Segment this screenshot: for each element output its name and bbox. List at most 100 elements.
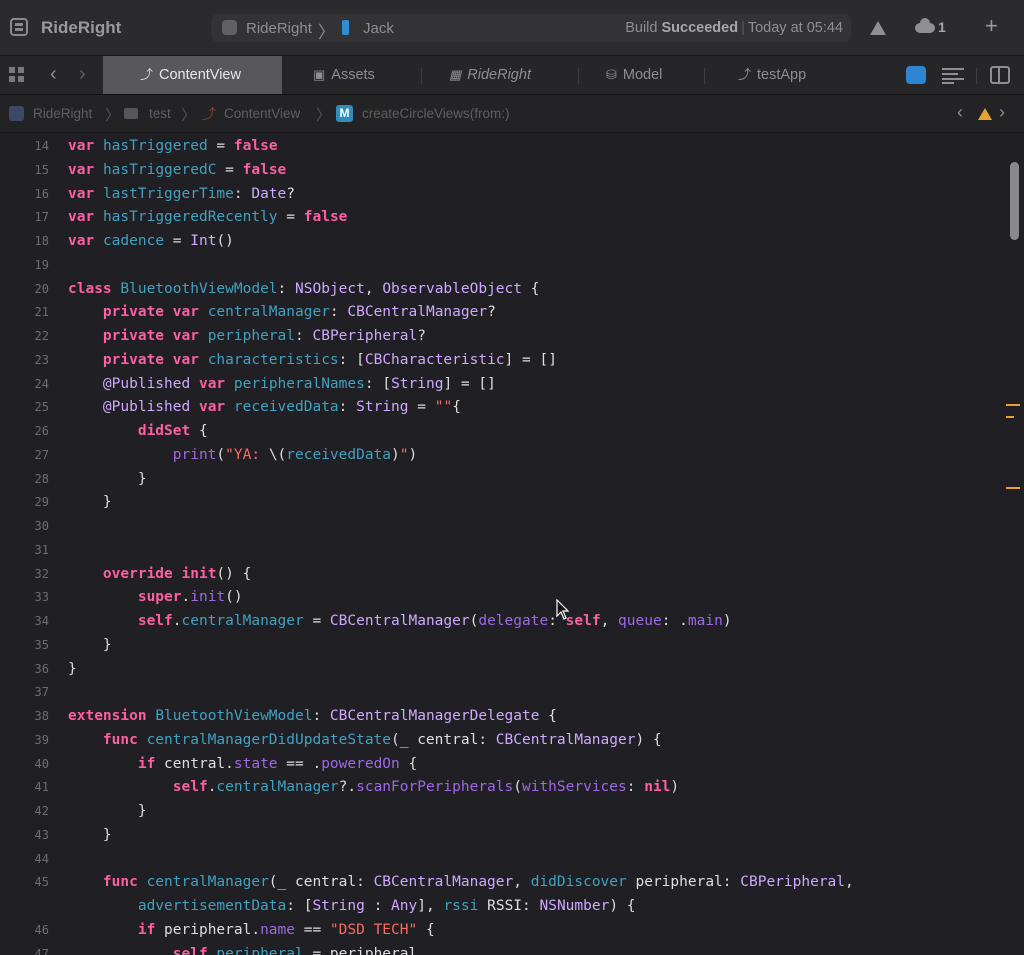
code-token: ] = [] xyxy=(443,375,496,392)
code-line[interactable]: 23 private var characteristics: [CBChara… xyxy=(0,349,1000,373)
tab-label: RideRight xyxy=(467,67,531,83)
code-token: init xyxy=(190,589,226,606)
code-token: delegate xyxy=(478,613,549,629)
source-editor[interactable]: 14 var hasTriggered = false 15 var hasTrigg… xyxy=(0,134,1024,955)
breadcrumb-project[interactable]: RideRight xyxy=(33,106,92,121)
previous-issue-button[interactable]: ‹ xyxy=(957,102,963,123)
code-line[interactable]: 29 } xyxy=(0,491,1000,515)
code-line[interactable]: 36} xyxy=(0,658,1000,682)
code-line[interactable]: 17 var hasTriggeredRecently = false xyxy=(0,206,1000,230)
code-line[interactable]: 33 super.init() xyxy=(0,586,1000,610)
code-token: if xyxy=(137,921,156,938)
code-token: private xyxy=(102,304,165,321)
code-line[interactable]: 20 class BluetoothViewModel: NSObject, Ob… xyxy=(0,278,1000,302)
cloud-icon[interactable] xyxy=(915,18,935,33)
code-token: nil xyxy=(644,779,671,796)
code-token: var xyxy=(68,138,95,154)
code-line[interactable]: 21 private var centralManager: CBCentral… xyxy=(0,301,1000,325)
code-token: hasTriggeredC xyxy=(102,161,217,178)
code-token: lastTriggerTime xyxy=(102,185,234,202)
code-line[interactable]: 14 var hasTriggered = false xyxy=(0,135,1000,159)
code-token: var xyxy=(198,399,226,416)
back-button[interactable]: ‹ xyxy=(50,63,57,86)
code-line[interactable]: 47 self.peripheral = peripheral xyxy=(0,943,1000,955)
code-line[interactable]: 46 if peripheral.name == "DSD TECH" { xyxy=(0,919,1000,943)
code-line[interactable]: 26 didSet { xyxy=(0,420,1000,444)
code-line[interactable]: 43 } xyxy=(0,824,1000,848)
code-area[interactable]: 14 var hasTriggered = false 15 var hasTrigg… xyxy=(0,135,1000,955)
code-line[interactable]: 32 override init() { xyxy=(0,563,1000,587)
code-line[interactable]: 24 @Published var peripheralNames: [Stri… xyxy=(0,373,1000,397)
scheme-icon xyxy=(222,20,237,35)
vertical-scrollbar[interactable] xyxy=(1010,162,1019,240)
grid-icon[interactable] xyxy=(9,67,25,83)
code-line[interactable]: advertisementData: [String : Any], rssi … xyxy=(0,895,1000,919)
code-line[interactable]: 40 if central.state == .poweredOn { xyxy=(0,753,1000,777)
code-line[interactable]: 25 @Published var receivedData: String =… xyxy=(0,396,1000,420)
code-line[interactable]: 38 extension BluetoothViewModel: CBCentra… xyxy=(0,705,1000,729)
forward-button[interactable]: › xyxy=(79,63,86,86)
code-token: CBCentralManager xyxy=(347,304,488,321)
code-line[interactable]: 19 xyxy=(0,254,1000,278)
inspector-toggle-icon[interactable] xyxy=(990,66,1010,84)
code-line[interactable]: 45 func centralManager(_ central: CBCent… xyxy=(0,871,1000,895)
code-token: print xyxy=(172,446,217,463)
run-destination-selector[interactable]: Jack xyxy=(363,20,394,37)
code-token: : xyxy=(233,185,252,202)
code-line[interactable]: 15 var hasTriggeredC = false xyxy=(0,159,1000,183)
breadcrumb-file[interactable]: ContentView xyxy=(224,106,300,121)
scheme-selector[interactable]: RideRight xyxy=(246,20,312,37)
code-line[interactable]: 37 xyxy=(0,681,1000,705)
tab-contentview[interactable]: ⤴ ContentView xyxy=(103,56,282,94)
editor-options-icon[interactable] xyxy=(942,66,964,84)
next-issue-button[interactable]: › xyxy=(999,102,1005,123)
tab-model[interactable]: ⛁ Model xyxy=(606,56,662,94)
code-line[interactable]: 39 func centralManagerDidUpdateState(_ c… xyxy=(0,729,1000,753)
code-line[interactable]: 35 } xyxy=(0,634,1000,658)
code-token: ) { xyxy=(609,898,636,914)
breadcrumb-folder[interactable]: test xyxy=(149,106,171,121)
code-line[interactable]: 30 xyxy=(0,515,1000,539)
code-line[interactable]: 44 xyxy=(0,848,1000,872)
warning-icon[interactable] xyxy=(870,21,886,35)
code-token: } xyxy=(68,636,112,653)
add-library-button[interactable]: + xyxy=(985,13,998,39)
code-line[interactable]: 18 var cadence = Int() xyxy=(0,230,1000,254)
code-line[interactable]: 42 } xyxy=(0,800,1000,824)
tab-divider xyxy=(704,68,705,84)
scheme-activity-bar[interactable]: RideRight 〉 Jack Build Succeeded | Today a… xyxy=(211,14,851,42)
line-number: 19 xyxy=(34,257,49,272)
code-token: var xyxy=(68,233,95,249)
code-token: func xyxy=(102,874,138,891)
code-line[interactable]: 16 var lastTriggerTime: Date? xyxy=(0,183,1000,207)
code-line[interactable]: 27 print("YA: \(receivedData)") xyxy=(0,444,1000,468)
code-line[interactable]: 31 xyxy=(0,539,1000,563)
code-token: Date xyxy=(251,185,287,202)
code-token: { xyxy=(539,708,557,724)
code-text: super.init() xyxy=(68,586,243,610)
tab-assets[interactable]: ▣ Assets xyxy=(313,56,375,94)
code-token: " xyxy=(399,446,409,463)
code-line[interactable]: 34 self.centralManager = CBCentralManage… xyxy=(0,610,1000,634)
code-token: private xyxy=(102,328,165,344)
breadcrumb-symbol[interactable]: createCircleViews(from:) xyxy=(362,106,510,121)
build-result: Succeeded xyxy=(661,20,739,36)
warning-icon[interactable] xyxy=(978,108,992,120)
code-line[interactable]: 28 } xyxy=(0,468,1000,492)
build-time: Today at 05:44 xyxy=(747,20,843,36)
code-line[interactable]: 22 private var peripheral: CBPeripheral? xyxy=(0,325,1000,349)
project-icon: ▦ xyxy=(449,67,462,82)
code-review-icon[interactable] xyxy=(906,66,926,84)
code-line[interactable]: 41 self.centralManager?.scanForPeriphera… xyxy=(0,776,1000,800)
code-token: @Published xyxy=(102,375,191,392)
mouse-cursor-icon xyxy=(556,599,570,620)
tab-testapp[interactable]: ⤴ testApp xyxy=(738,56,806,94)
tab-rideright[interactable]: ▦ RideRight xyxy=(449,56,531,94)
